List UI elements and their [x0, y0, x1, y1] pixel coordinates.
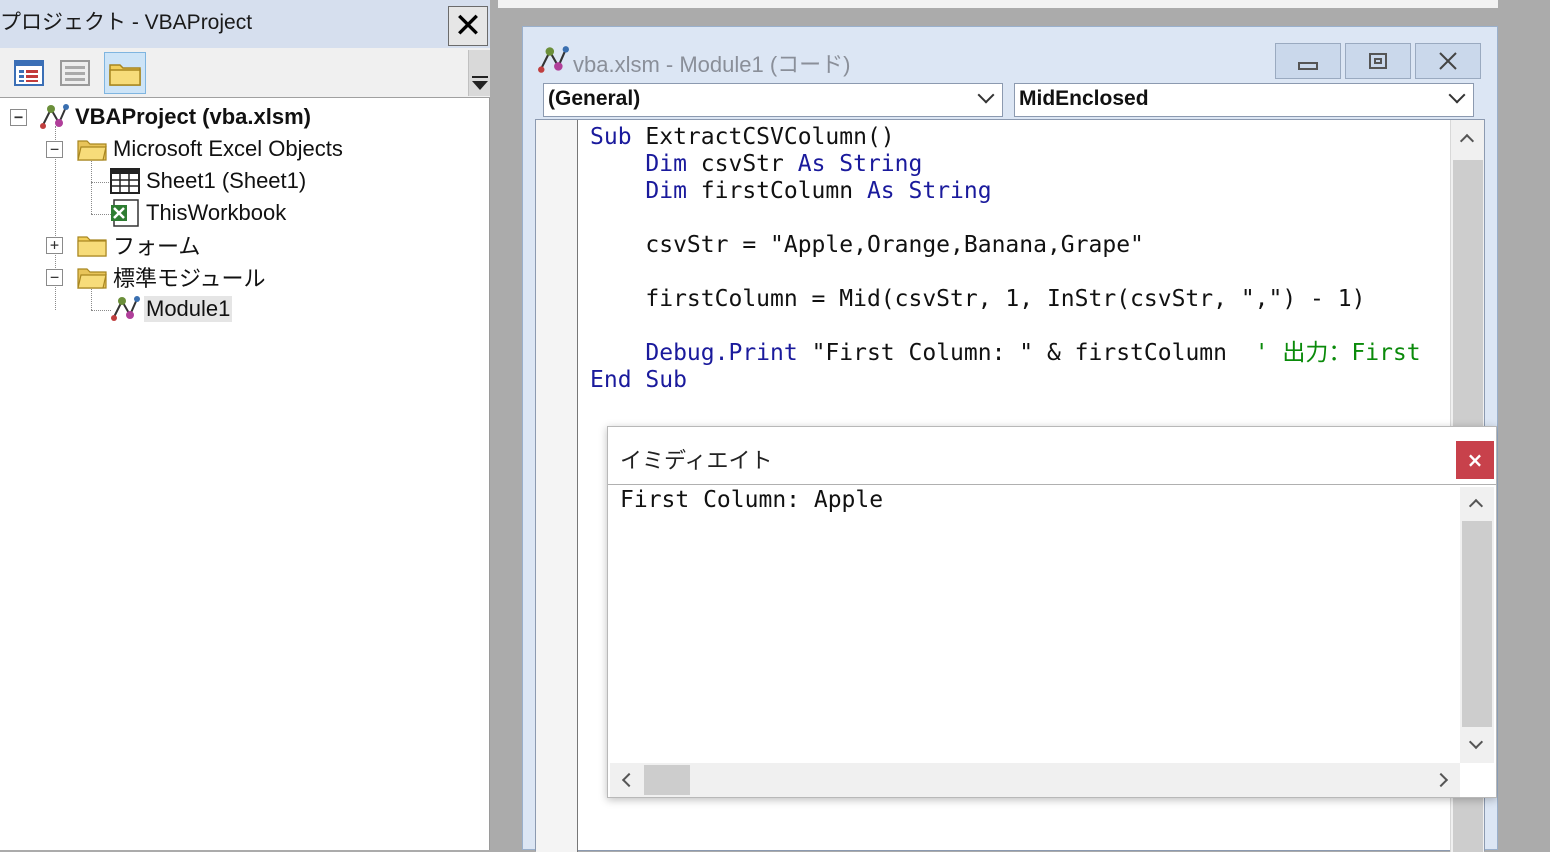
scroll-thumb[interactable]	[1462, 521, 1492, 727]
object-combo[interactable]: (General)	[543, 83, 1003, 117]
code-comment: ' 出力：First	[1254, 340, 1421, 366]
scroll-down-icon[interactable]	[1468, 734, 1484, 750]
procedure-combo[interactable]: MidEnclosed	[1014, 83, 1474, 117]
code-text-span: "First Column: " & firstColumn	[797, 340, 1255, 366]
project-explorer-toolbar	[0, 48, 490, 98]
close-button[interactable]	[1415, 43, 1481, 79]
restore-button[interactable]	[1345, 43, 1411, 79]
tree-item-excel-objects[interactable]: − Microsoft Excel Objects	[46, 134, 345, 164]
restore-icon	[1369, 53, 1387, 69]
module-icon	[111, 296, 140, 321]
tree-item-sheet1[interactable]: Sheet1 (Sheet1)	[110, 166, 308, 196]
scroll-left-icon[interactable]	[621, 772, 637, 788]
toggle-folders-icon	[109, 64, 141, 86]
immediate-vertical-scrollbar[interactable]	[1460, 487, 1494, 763]
worksheet-icon	[110, 168, 140, 194]
code-keyword: Debug.Print	[590, 340, 798, 366]
code-text-span: ExtractCSVColumn()	[631, 124, 895, 150]
folder-open-icon	[77, 268, 107, 289]
project-explorer-close-button[interactable]: ✕	[448, 6, 488, 46]
code-text-span: csvStr	[686, 151, 798, 177]
background-strip	[1498, 0, 1550, 850]
tree-item-label: Microsoft Excel Objects	[113, 136, 343, 161]
immediate-output[interactable]: First Column: Apple	[620, 487, 883, 513]
tree-item-label: Sheet1 (Sheet1)	[146, 168, 307, 193]
project-explorer-titlebar: プロジェクト - VBAProject ✕	[0, 0, 490, 48]
immediate-horizontal-scrollbar[interactable]	[610, 763, 1460, 797]
code-keyword: Dim	[590, 178, 687, 204]
immediate-close-button[interactable]: ×	[1456, 441, 1494, 479]
folder-closed-icon	[77, 236, 107, 257]
minimize-button[interactable]	[1275, 43, 1341, 79]
toolbar-overflow-button[interactable]	[468, 50, 490, 96]
close-icon	[1439, 52, 1457, 70]
code-keyword: Dim	[590, 151, 687, 177]
module-icon	[538, 46, 569, 73]
tree-item-label: VBAProject (vba.xlsm)	[75, 104, 311, 129]
collapse-toggle[interactable]: −	[46, 268, 63, 286]
code-keyword: As String	[866, 178, 992, 204]
tree-item-label: Module1	[144, 296, 233, 322]
scroll-up-icon[interactable]	[1468, 498, 1484, 514]
code-keyword: Sub	[590, 124, 632, 150]
tree-item-thisworkbook[interactable]: ThisWorkbook	[110, 198, 288, 228]
toggle-folders-button[interactable]	[104, 52, 146, 94]
background-strip	[498, 0, 1550, 8]
tree-item-label: ThisWorkbook	[146, 200, 287, 225]
code-text-span: firstColumn = Mid(csvStr, 1, InStr(csvSt…	[590, 286, 1366, 312]
collapse-toggle[interactable]: −	[46, 140, 63, 158]
immediate-window: イミディエイト × First Column: Apple	[607, 426, 1497, 798]
folder-open-icon	[77, 140, 107, 161]
code-text[interactable]: Sub ExtractCSVColumn() Dim csvStr As Str…	[590, 124, 1421, 394]
code-window-titlebar[interactable]: vba.xlsm - Module1 (コード)	[523, 27, 1499, 83]
view-object-button[interactable]	[54, 52, 96, 94]
immediate-title: イミディエイト	[620, 449, 773, 474]
scroll-thumb[interactable]	[644, 765, 690, 795]
tree-item-label: 標準モジュール	[113, 266, 266, 291]
view-code-icon	[14, 60, 44, 86]
code-keyword: End Sub	[590, 367, 687, 393]
vba-project-icon	[40, 104, 69, 129]
code-text-span: csvStr = "Apple,Orange,Banana,Grape"	[590, 232, 1144, 258]
procedure-combo-value: MidEnclosed	[1019, 87, 1149, 110]
workbook-icon	[111, 199, 139, 227]
immediate-titlebar[interactable]: イミディエイト ×	[608, 427, 1496, 485]
view-code-button[interactable]	[8, 52, 50, 94]
expand-toggle[interactable]: +	[46, 236, 63, 254]
chevron-down-icon	[1448, 86, 1466, 104]
code-gutter[interactable]	[536, 120, 578, 852]
scroll-right-icon[interactable]	[1433, 772, 1449, 788]
code-text-span: firstColumn	[686, 178, 867, 204]
tree-item-module1[interactable]: Module1	[110, 294, 233, 324]
project-explorer: プロジェクト - VBAProject ✕ − VBAProject (vba.…	[0, 0, 490, 850]
code-window-title: vba.xlsm - Module1 (コード)	[573, 52, 851, 77]
collapse-toggle[interactable]: −	[10, 108, 27, 126]
minimize-icon	[1298, 62, 1318, 70]
object-combo-value: (General)	[548, 87, 641, 110]
tree-item-label: フォーム	[113, 234, 201, 259]
code-keyword: As String	[797, 151, 923, 177]
scroll-up-icon[interactable]	[1459, 133, 1475, 149]
view-object-icon	[60, 60, 90, 86]
project-explorer-title: プロジェクト - VBAProject	[0, 11, 253, 34]
chevron-down-icon	[977, 86, 995, 104]
tree-item-standard-modules[interactable]: − 標準モジュール	[46, 262, 267, 292]
tree-item-vbaproject[interactable]: − VBAProject (vba.xlsm)	[10, 102, 313, 132]
tree-item-forms[interactable]: + フォーム	[46, 230, 202, 260]
